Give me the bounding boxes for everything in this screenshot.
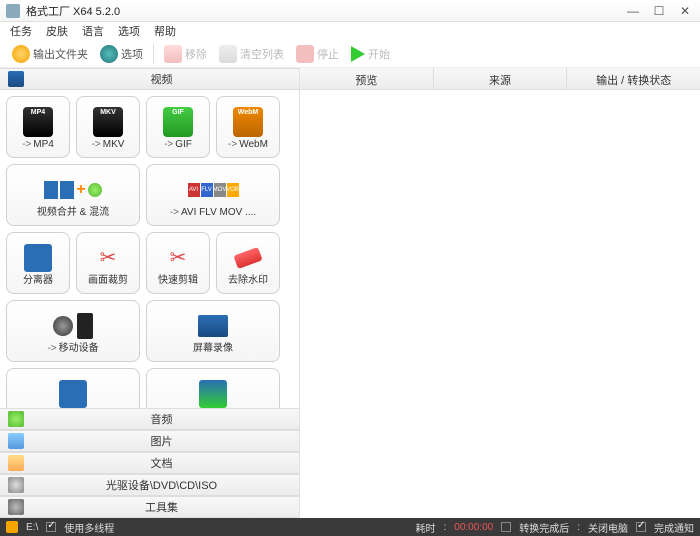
stop-button[interactable]: 停止 <box>292 43 343 65</box>
maximize-button[interactable]: ☐ <box>650 4 668 18</box>
options-button[interactable]: 选项 <box>96 43 147 65</box>
tile-mobile[interactable]: ->移动设备 <box>6 300 140 362</box>
quick-cut-icon: ✂ <box>170 245 187 270</box>
menu-skin[interactable]: 皮肤 <box>46 23 68 39</box>
after-label: 转换完成后 <box>519 520 569 535</box>
output-folder-button[interactable]: 输出文件夹 <box>8 43 92 65</box>
disc-icon <box>53 316 73 336</box>
menu-options[interactable]: 选项 <box>118 23 140 39</box>
separator <box>153 44 154 64</box>
main-area: 视频 ->MP4 ->MKV ->GIF ->WebM +视频合并 & 混流 A… <box>0 68 700 518</box>
split-icon <box>24 244 52 272</box>
video-grid: ->MP4 ->MKV ->GIF ->WebM +视频合并 & 混流 AVIF… <box>0 90 299 408</box>
app-icon <box>6 4 20 18</box>
image-icon <box>8 433 24 449</box>
elapsed-label: 耗时 <box>416 520 436 535</box>
close-button[interactable]: ✕ <box>676 4 694 18</box>
stop-icon <box>296 45 314 63</box>
notify-checkbox[interactable] <box>636 522 646 532</box>
multithread-label: 使用多线程 <box>64 520 114 535</box>
start-button[interactable]: 开始 <box>347 44 394 64</box>
col-preview[interactable]: 预览 <box>300 68 434 89</box>
menu-task[interactable]: 任务 <box>10 23 32 39</box>
tile-watermark[interactable]: 去除水印 <box>216 232 280 294</box>
tile-split[interactable]: 分离器 <box>6 232 70 294</box>
tile-webm[interactable]: ->WebM <box>216 96 280 158</box>
screen-icon <box>198 315 228 337</box>
tools-icon <box>8 499 24 515</box>
elapsed-time: 00:00:00 <box>454 522 493 533</box>
dvd-icon <box>8 477 24 493</box>
category-doc[interactable]: 文档 <box>0 452 299 474</box>
tile-crop[interactable]: ✂画面裁剪 <box>76 232 140 294</box>
merge-icon: + <box>44 181 101 199</box>
after-checkbox[interactable] <box>501 522 511 532</box>
scissor-icon: ✂ <box>100 245 117 270</box>
menu-lang[interactable]: 语言 <box>82 23 104 39</box>
audio-icon <box>8 411 24 427</box>
tile-multi[interactable]: AVIFLVMOVVOB->AVI FLV MOV .... <box>146 164 280 226</box>
gear-icon <box>100 45 118 63</box>
mp4-icon <box>23 107 53 137</box>
download-icon <box>199 380 227 408</box>
player-icon <box>59 380 87 408</box>
window-title: 格式工厂 X64 5.2.0 <box>26 3 624 19</box>
category-video[interactable]: 视频 <box>0 68 299 90</box>
after-action[interactable]: 关闭电脑 <box>588 520 628 535</box>
tile-download[interactable]: 视频下载 <box>146 368 280 408</box>
category-tools[interactable]: 工具集 <box>0 496 299 518</box>
list-header: 预览 来源 输出 / 转换状态 <box>300 68 700 90</box>
tile-mkv[interactable]: ->MKV <box>76 96 140 158</box>
right-panel: 预览 来源 输出 / 转换状态 <box>300 68 700 518</box>
clear-button[interactable]: 清空列表 <box>215 43 288 65</box>
minimize-button[interactable]: — <box>624 4 642 18</box>
phone-icon <box>77 313 93 339</box>
menu-help[interactable]: 帮助 <box>154 23 176 39</box>
drive-icon <box>6 521 18 533</box>
task-list[interactable] <box>300 90 700 518</box>
output-path[interactable]: E:\ <box>26 522 38 533</box>
folder-icon <box>12 45 30 63</box>
tile-screen[interactable]: 屏幕录像 <box>146 300 280 362</box>
col-output[interactable]: 输出 / 转换状态 <box>567 68 700 89</box>
multithread-checkbox[interactable] <box>46 522 56 532</box>
multi-format-icon: AVIFLVMOVVOB <box>188 183 239 197</box>
tile-merge[interactable]: +视频合并 & 混流 <box>6 164 140 226</box>
menu-bar: 任务 皮肤 语言 选项 帮助 <box>0 22 700 40</box>
tile-player[interactable]: 格式播放器 <box>6 368 140 408</box>
category-audio[interactable]: 音频 <box>0 408 299 430</box>
delete-icon <box>164 45 182 63</box>
col-source[interactable]: 来源 <box>434 68 568 89</box>
webm-icon <box>233 107 263 137</box>
status-bar: E:\ 使用多线程 耗时: 00:00:00 转换完成后: 关闭电脑 完成通知 <box>0 518 700 536</box>
mkv-icon <box>93 107 123 137</box>
play-icon <box>351 46 365 62</box>
tile-mp4[interactable]: ->MP4 <box>6 96 70 158</box>
notify-label: 完成通知 <box>654 520 694 535</box>
remove-button[interactable]: 移除 <box>160 43 211 65</box>
doc-icon <box>8 455 24 471</box>
left-panel: 视频 ->MP4 ->MKV ->GIF ->WebM +视频合并 & 混流 A… <box>0 68 300 518</box>
title-bar: 格式工厂 X64 5.2.0 — ☐ ✕ <box>0 0 700 22</box>
gif-icon <box>163 107 193 137</box>
video-icon <box>8 71 24 87</box>
clear-icon <box>219 45 237 63</box>
tile-gif[interactable]: ->GIF <box>146 96 210 158</box>
category-dvd[interactable]: 光驱设备\DVD\CD\ISO <box>0 474 299 496</box>
tile-quick[interactable]: ✂快速剪辑 <box>146 232 210 294</box>
eraser-icon <box>233 246 262 268</box>
toolbar: 输出文件夹 选项 移除 清空列表 停止 开始 <box>0 40 700 68</box>
category-image[interactable]: 图片 <box>0 430 299 452</box>
